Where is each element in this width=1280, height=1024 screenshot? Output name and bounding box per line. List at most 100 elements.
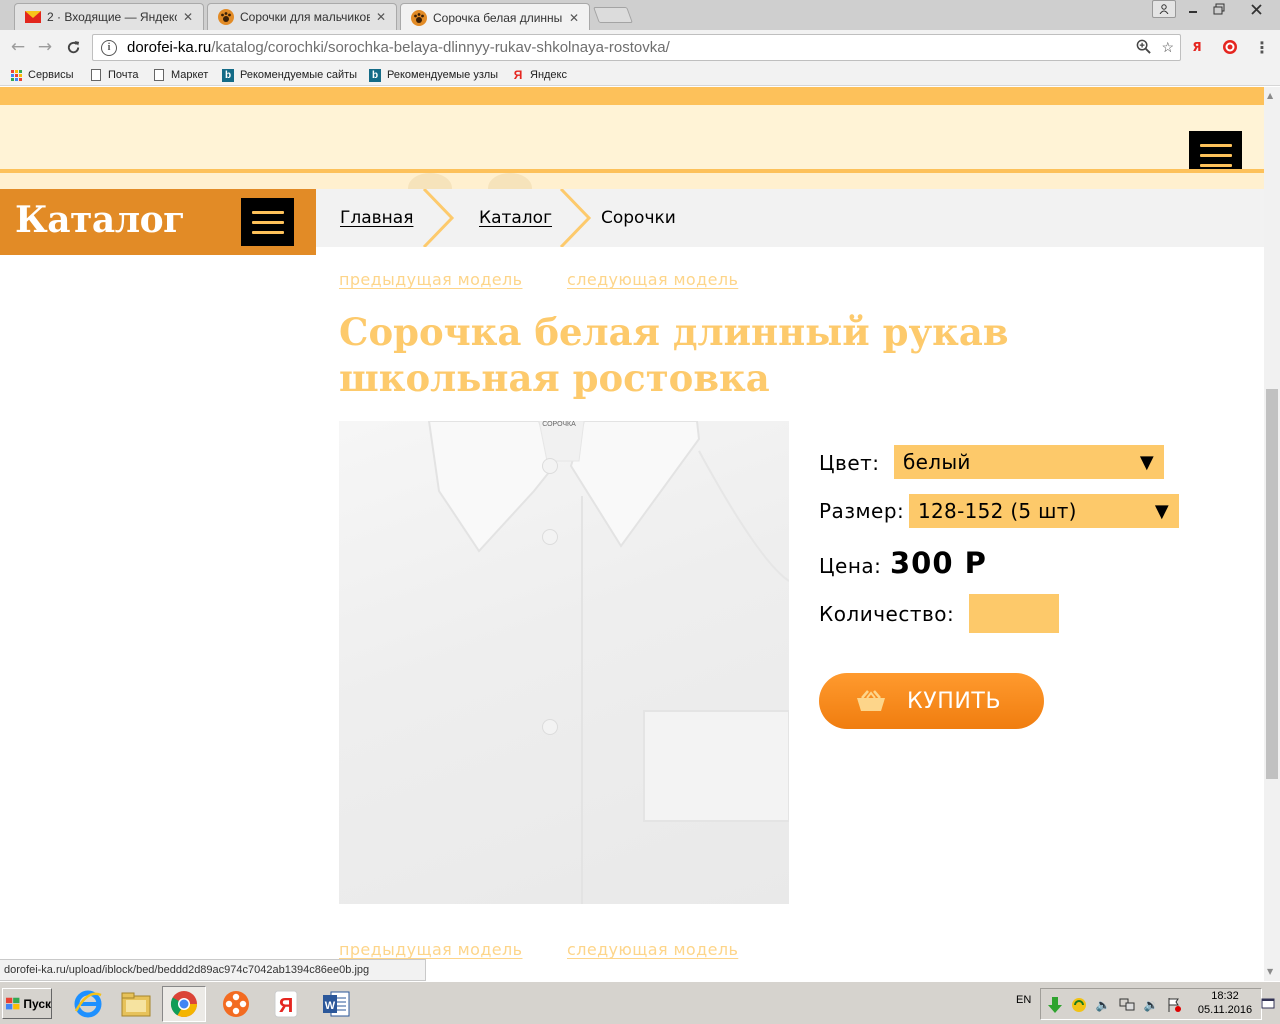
close-window-icon[interactable] <box>1236 0 1276 18</box>
catalog-title: Каталог <box>15 199 185 241</box>
forward-arrow-icon[interactable]: → <box>35 37 55 57</box>
reload-icon[interactable] <box>63 37 83 57</box>
yandex-extension-icon[interactable]: Я <box>1188 38 1206 56</box>
back-arrow-icon[interactable]: ← <box>8 37 28 57</box>
buy-button-label: КУПИТЬ <box>907 688 1002 714</box>
bookmarks-bar: Сервисы Почта Маркет b Рекомендуемые сай… <box>0 64 1280 86</box>
windows-logo-icon <box>6 997 20 1009</box>
bookmark-label: Рекомендуемые сайты <box>240 69 358 81</box>
decorative-paw-strip <box>0 173 1264 189</box>
minimize-icon[interactable] <box>1182 0 1204 18</box>
breadcrumb: Главная Каталог Сорочки <box>316 189 1264 247</box>
target-extension-icon[interactable] <box>1221 38 1239 56</box>
bookmark-services[interactable]: Сервисы <box>10 67 74 83</box>
bookmark-market[interactable]: Маркет <box>153 67 208 83</box>
file-explorer-icon[interactable] <box>114 986 158 1022</box>
action-center-icon[interactable] <box>1167 997 1183 1013</box>
breadcrumb-home[interactable]: Главная <box>340 208 413 228</box>
scrollbar-thumb[interactable] <box>1266 389 1278 779</box>
bookmark-label: Почта <box>108 69 139 81</box>
color-select[interactable]: белый ▼ <box>894 445 1164 479</box>
site-info-icon[interactable]: i <box>101 39 117 56</box>
close-tab-icon[interactable]: ✕ <box>181 10 195 24</box>
quantity-label: Количество: <box>819 602 955 626</box>
tab-title: Сорочка белая длинный р <box>433 10 563 25</box>
user-profile-icon[interactable] <box>1152 0 1176 18</box>
scroll-up-icon[interactable]: ▲ <box>1267 91 1273 100</box>
tab-title: 2 · Входящие — Яндекс.П <box>47 10 177 24</box>
prev-model-link[interactable]: предыдущая модель <box>339 270 523 289</box>
shirt-button <box>542 719 558 735</box>
bookmark-recommended-sites[interactable]: b Рекомендуемые сайты <box>222 67 357 83</box>
breadcrumb-current: Сорочки <box>601 208 676 228</box>
menu-line <box>1199 143 1232 147</box>
shirt-button <box>542 529 558 545</box>
address-bar[interactable]: i dorofei-ka.ru/katalog/corochki/sorochk… <box>92 34 1181 61</box>
yandex-browser-icon[interactable]: Я <box>264 986 308 1022</box>
language-indicator[interactable]: EN <box>1016 994 1031 1006</box>
bing-icon: b <box>369 68 381 82</box>
dropdown-arrow-icon: ▼ <box>1139 452 1154 473</box>
dropdown-arrow-icon: ▼ <box>1154 501 1169 522</box>
network-icon[interactable] <box>1119 997 1135 1013</box>
menu-line <box>251 220 284 224</box>
header-cream-area <box>0 105 1264 179</box>
bookmark-star-icon[interactable]: ☆ <box>1161 39 1174 57</box>
paw-decoration <box>408 173 452 189</box>
chrome-taskbar-icon[interactable] <box>162 986 206 1022</box>
size-select-value: 128-152 (5 шт) <box>918 499 1077 523</box>
speaker-icon[interactable]: 🔈 <box>1095 997 1111 1013</box>
media-player-icon[interactable] <box>214 986 258 1022</box>
bookmark-yandex[interactable]: Я Яндекс <box>512 67 567 83</box>
size-select[interactable]: 128-152 (5 шт) ▼ <box>909 494 1179 528</box>
new-tab-button[interactable] <box>593 7 633 23</box>
shirt-illustration <box>427 421 789 904</box>
word-icon[interactable]: W <box>314 986 358 1022</box>
clock-date: 05.11.2016 <box>1197 1004 1253 1016</box>
mail-icon <box>25 9 41 25</box>
clock-time: 18:32 <box>1211 990 1239 1002</box>
download-arrow-icon[interactable] <box>1047 997 1063 1013</box>
scroll-down-icon[interactable]: ▼ <box>1267 967 1273 976</box>
update-icon[interactable] <box>1071 997 1087 1013</box>
restore-icon[interactable] <box>1206 0 1232 18</box>
windows-taskbar: Пуск Я W EN 🔈 🔉 18:32 05.11.2016 <box>0 981 1280 1024</box>
bookmark-mail[interactable]: Почта <box>90 67 139 83</box>
tab-sorochki-boys[interactable]: Сорочки для мальчиков, д ✕ <box>207 3 397 30</box>
bookmark-label: Яндекс <box>530 69 567 81</box>
buy-button[interactable]: КУПИТЬ <box>819 673 1044 729</box>
page-scrollbar[interactable]: ▲ ▼ <box>1264 87 1280 981</box>
close-tab-icon[interactable]: ✕ <box>374 10 388 24</box>
chrome-menu-icon[interactable]: ⋮ <box>1253 38 1271 57</box>
quantity-input[interactable] <box>969 594 1059 633</box>
catalog-menu-button[interactable] <box>241 198 294 246</box>
bookmark-label: Маркет <box>171 69 209 81</box>
internet-explorer-icon[interactable] <box>66 986 110 1022</box>
size-label: Размер: <box>819 499 905 523</box>
url-host: dorofei-ka.ru <box>127 39 212 56</box>
price-label: Цена: <box>819 554 882 578</box>
start-button[interactable]: Пуск <box>2 988 52 1019</box>
product-image[interactable]: СОРОЧКА <box>339 421 789 904</box>
prev-model-link-bottom[interactable]: предыдущая модель <box>339 940 523 959</box>
bookmark-recommended-nodes[interactable]: b Рекомендуемые узлы <box>369 67 498 83</box>
tab-current-product[interactable]: Сорочка белая длинный р ✕ <box>400 3 590 31</box>
next-model-link[interactable]: следующая модель <box>567 270 738 289</box>
bing-icon: b <box>222 68 234 82</box>
zoom-icon[interactable] <box>1136 39 1152 57</box>
browser-toolbar: ← → i dorofei-ka.ru/katalog/corochki/sor… <box>0 30 1280 64</box>
volume-icon[interactable]: 🔉 <box>1143 997 1159 1013</box>
next-model-link-bottom[interactable]: следующая модель <box>567 940 738 959</box>
menu-line <box>251 210 284 214</box>
show-desktop-icon[interactable] <box>1260 996 1276 1012</box>
header-top-band <box>0 87 1264 105</box>
clock[interactable]: 18:32 05.11.2016 <box>1195 989 1255 1017</box>
page-icon <box>153 69 165 82</box>
breadcrumb-chevron-icon <box>559 189 592 247</box>
tab-yandex-mail[interactable]: 2 · Входящие — Яндекс.П ✕ <box>14 3 204 30</box>
apps-grid-icon <box>10 69 22 82</box>
basket-icon <box>857 690 885 711</box>
color-select-value: белый <box>903 450 971 474</box>
close-tab-icon[interactable]: ✕ <box>567 11 581 25</box>
breadcrumb-catalog[interactable]: Каталог <box>479 208 552 228</box>
